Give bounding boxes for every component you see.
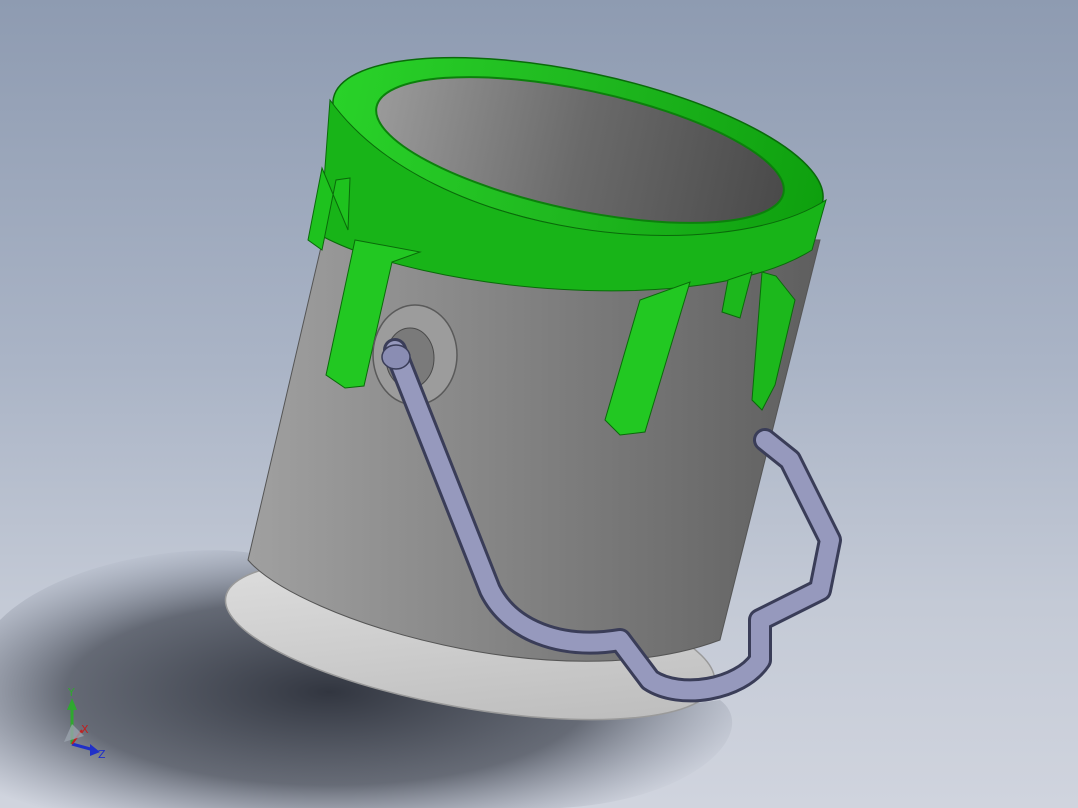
model-scene[interactable]	[0, 0, 1078, 808]
triad-y-label: Y	[67, 686, 75, 699]
view-orientation-triad[interactable]: Y X Z	[54, 686, 110, 762]
triad-z-label: Z	[98, 748, 106, 761]
handle-end	[381, 344, 411, 370]
graphics-viewport[interactable]: Y X Z	[0, 0, 1078, 808]
triad-y-arrow-icon	[67, 698, 77, 710]
triad-x-label: X	[81, 723, 89, 736]
